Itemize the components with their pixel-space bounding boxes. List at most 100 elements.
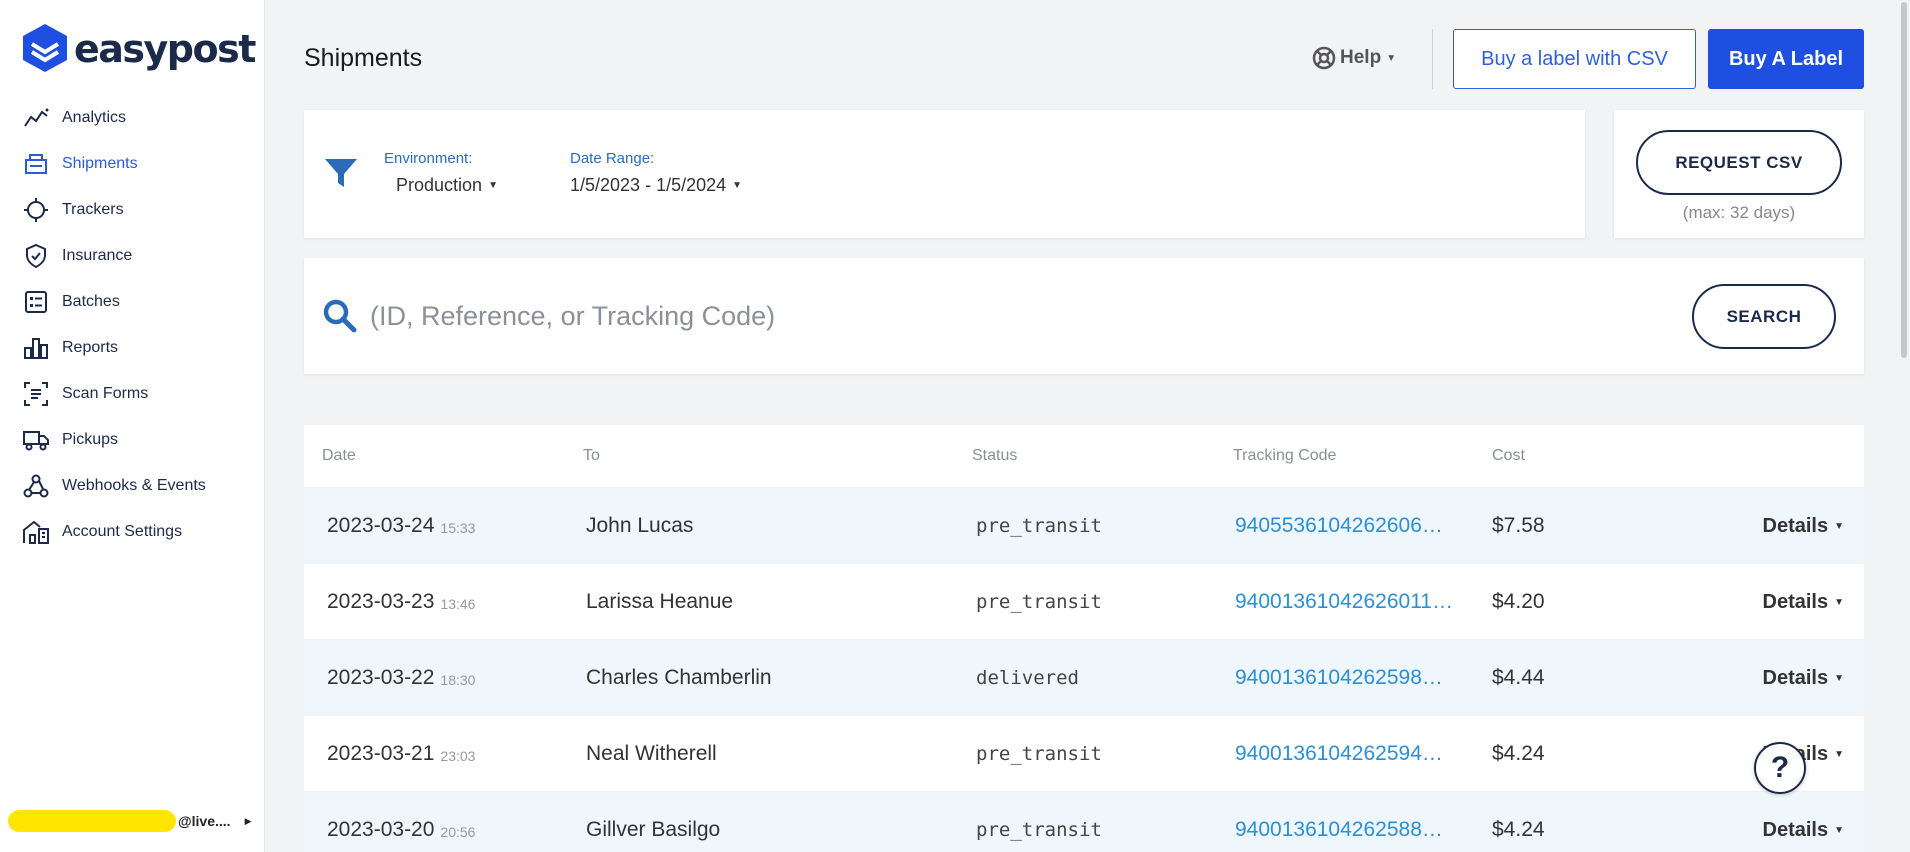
environment-value: Production bbox=[396, 175, 483, 195]
sidebar-nav: Analytics Shipments Trackers Insurance B… bbox=[0, 95, 265, 555]
chevron-down-icon: ▼ bbox=[1834, 596, 1844, 608]
user-menu[interactable]: @live.... ▶ bbox=[8, 806, 258, 836]
sidebar-item-shipments[interactable]: Shipments bbox=[0, 141, 265, 187]
cost-cell: $4.24 bbox=[1492, 742, 1545, 765]
sidebar-item-reports[interactable]: Reports bbox=[0, 325, 265, 371]
date-cell: 2023-03-21 23:03 bbox=[327, 742, 476, 765]
chevron-down-icon: ▼ bbox=[1834, 672, 1844, 684]
search-icon bbox=[322, 298, 358, 339]
details-dropdown[interactable]: Details▼ bbox=[1763, 640, 1845, 716]
sidebar-item-scan-forms[interactable]: Scan Forms bbox=[0, 371, 265, 417]
date-cell: 2023-03-23 13:46 bbox=[327, 590, 476, 613]
search-input[interactable] bbox=[370, 288, 1370, 344]
environment-select[interactable]: Production ▼ bbox=[396, 175, 498, 196]
cost-cell: $4.24 bbox=[1492, 818, 1545, 841]
sidebar-item-insurance[interactable]: Insurance bbox=[0, 233, 265, 279]
chevron-down-icon: ▼ bbox=[1834, 748, 1844, 760]
insurance-icon bbox=[22, 242, 50, 270]
table-row[interactable]: 2023-03-21 23:03 Neal Witherell pre_trans… bbox=[304, 715, 1864, 791]
scrollbar[interactable] bbox=[1898, 0, 1910, 852]
analytics-icon bbox=[22, 104, 50, 132]
cost-cell: $4.20 bbox=[1492, 590, 1545, 613]
sidebar-item-label: Analytics bbox=[62, 109, 127, 126]
sidebar-item-batches[interactable]: Batches bbox=[0, 279, 265, 325]
cost-cell: $7.58 bbox=[1492, 514, 1545, 537]
sidebar-item-label: Pickups bbox=[62, 431, 119, 448]
column-header-tracking-code[interactable]: Tracking Code bbox=[1233, 447, 1336, 465]
date-range-select[interactable]: 1/5/2023 - 1/5/2024 ▼ bbox=[570, 175, 742, 196]
pickups-icon bbox=[22, 426, 50, 454]
buy-label-button[interactable]: Buy A Label bbox=[1708, 29, 1864, 89]
date-range-label: Date Range: bbox=[570, 150, 655, 167]
search-button[interactable]: SEARCH bbox=[1692, 284, 1836, 349]
column-header-to[interactable]: To bbox=[583, 447, 600, 465]
date-range-filter: Date Range: 1/5/2023 - 1/5/2024 ▼ bbox=[570, 150, 742, 196]
table-row[interactable]: 2023-03-20 20:56 Gillver Basilgo pre_tran… bbox=[304, 791, 1864, 852]
chevron-down-icon: ▼ bbox=[488, 180, 498, 191]
redacted-username bbox=[8, 810, 176, 832]
sidebar-item-label: Webhooks & Events bbox=[62, 477, 206, 494]
sidebar-item-pickups[interactable]: Pickups bbox=[0, 417, 265, 463]
recipient-cell: Larissa Heanue bbox=[586, 590, 734, 613]
logo[interactable]: easypost bbox=[20, 22, 256, 79]
date-range-value: 1/5/2023 - 1/5/2024 bbox=[570, 175, 727, 195]
date-cell: 2023-03-20 20:56 bbox=[327, 818, 476, 841]
user-email: @live.... bbox=[178, 813, 231, 829]
table-row[interactable]: 2023-03-23 13:46 Larissa Heanue pre_trans… bbox=[304, 563, 1864, 639]
chevron-down-icon: ▼ bbox=[1834, 520, 1844, 532]
chevron-down-icon: ▼ bbox=[732, 180, 743, 191]
recipient-cell: Gillver Basilgo bbox=[586, 818, 721, 841]
table-row[interactable]: 2023-03-22 18:30 Charles Chamberlin deliv… bbox=[304, 639, 1864, 715]
status-cell: delivered bbox=[976, 667, 1079, 689]
sidebar-item-label: Scan Forms bbox=[62, 385, 149, 402]
reports-icon bbox=[22, 334, 50, 362]
chevron-down-icon: ▼ bbox=[1834, 824, 1844, 836]
sidebar-item-trackers[interactable]: Trackers bbox=[0, 187, 265, 233]
details-dropdown[interactable]: Details▼ bbox=[1763, 792, 1845, 852]
sidebar-item-label: Reports bbox=[62, 339, 119, 356]
batches-icon bbox=[22, 288, 50, 316]
easypost-logo-icon bbox=[20, 22, 70, 79]
sidebar-item-label: Account Settings bbox=[62, 523, 183, 540]
column-header-date[interactable]: Date bbox=[322, 447, 356, 465]
status-cell: pre_transit bbox=[976, 591, 1102, 613]
help-label: Help bbox=[1340, 47, 1382, 68]
tracking-code-link[interactable]: 94001361042626011​7… bbox=[1235, 564, 1453, 640]
table-row[interactable]: 2023-03-24 15:33 John Lucas pre_transit 9… bbox=[304, 487, 1864, 563]
status-cell: pre_transit bbox=[976, 743, 1102, 765]
details-dropdown[interactable]: Details▼ bbox=[1763, 488, 1845, 564]
details-dropdown[interactable]: Details▼ bbox=[1763, 564, 1845, 640]
caret-right-icon: ▶ bbox=[244, 815, 252, 826]
account-settings-icon bbox=[22, 518, 50, 546]
sidebar-item-label: Shipments bbox=[62, 155, 138, 172]
sidebar-item-label: Insurance bbox=[62, 247, 133, 264]
sidebar-item-webhooks-events[interactable]: Webhooks & Events bbox=[0, 463, 265, 509]
tracking-code-link[interactable]: 940013610426259477… bbox=[1235, 716, 1453, 792]
search-panel: SEARCH bbox=[304, 258, 1864, 374]
tracking-code-link[interactable]: 94001361042625984… bbox=[1235, 640, 1453, 716]
csv-limit-note: (max: 32 days) bbox=[1682, 203, 1796, 222]
tracking-code-link[interactable]: 94001361042625886… bbox=[1235, 792, 1453, 852]
shipments-icon bbox=[22, 150, 50, 178]
cost-cell: $4.44 bbox=[1492, 666, 1545, 689]
request-csv-button[interactable]: REQUEST CSV bbox=[1636, 130, 1842, 195]
sidebar: easypost Analytics Shipments Trackers In… bbox=[0, 0, 265, 852]
tracking-code-link[interactable]: 94055361042626067… bbox=[1235, 488, 1453, 564]
environment-filter: Environment: Production ▼ bbox=[384, 150, 498, 196]
shipments-table: Date To Status Tracking Code Cost 2023-0… bbox=[304, 425, 1864, 852]
header-divider bbox=[1432, 29, 1433, 89]
sidebar-item-account-settings[interactable]: Account Settings bbox=[0, 509, 265, 555]
column-header-status[interactable]: Status bbox=[972, 447, 1017, 465]
scan-forms-icon bbox=[22, 380, 50, 408]
column-header-cost[interactable]: Cost bbox=[1492, 447, 1525, 465]
status-cell: pre_transit bbox=[976, 819, 1102, 841]
buy-label-csv-button[interactable]: Buy a label with CSV bbox=[1453, 29, 1696, 89]
help-chat-button[interactable]: ? bbox=[1754, 742, 1806, 794]
help-menu[interactable]: Help ▼ bbox=[1312, 46, 1396, 70]
trackers-icon bbox=[22, 196, 50, 224]
scrollbar-thumb[interactable] bbox=[1901, 2, 1907, 358]
brand-name: easypost bbox=[74, 26, 256, 71]
webhooks-icon bbox=[22, 472, 50, 500]
sidebar-item-analytics[interactable]: Analytics bbox=[0, 95, 265, 141]
table-header: Date To Status Tracking Code Cost bbox=[304, 425, 1864, 487]
